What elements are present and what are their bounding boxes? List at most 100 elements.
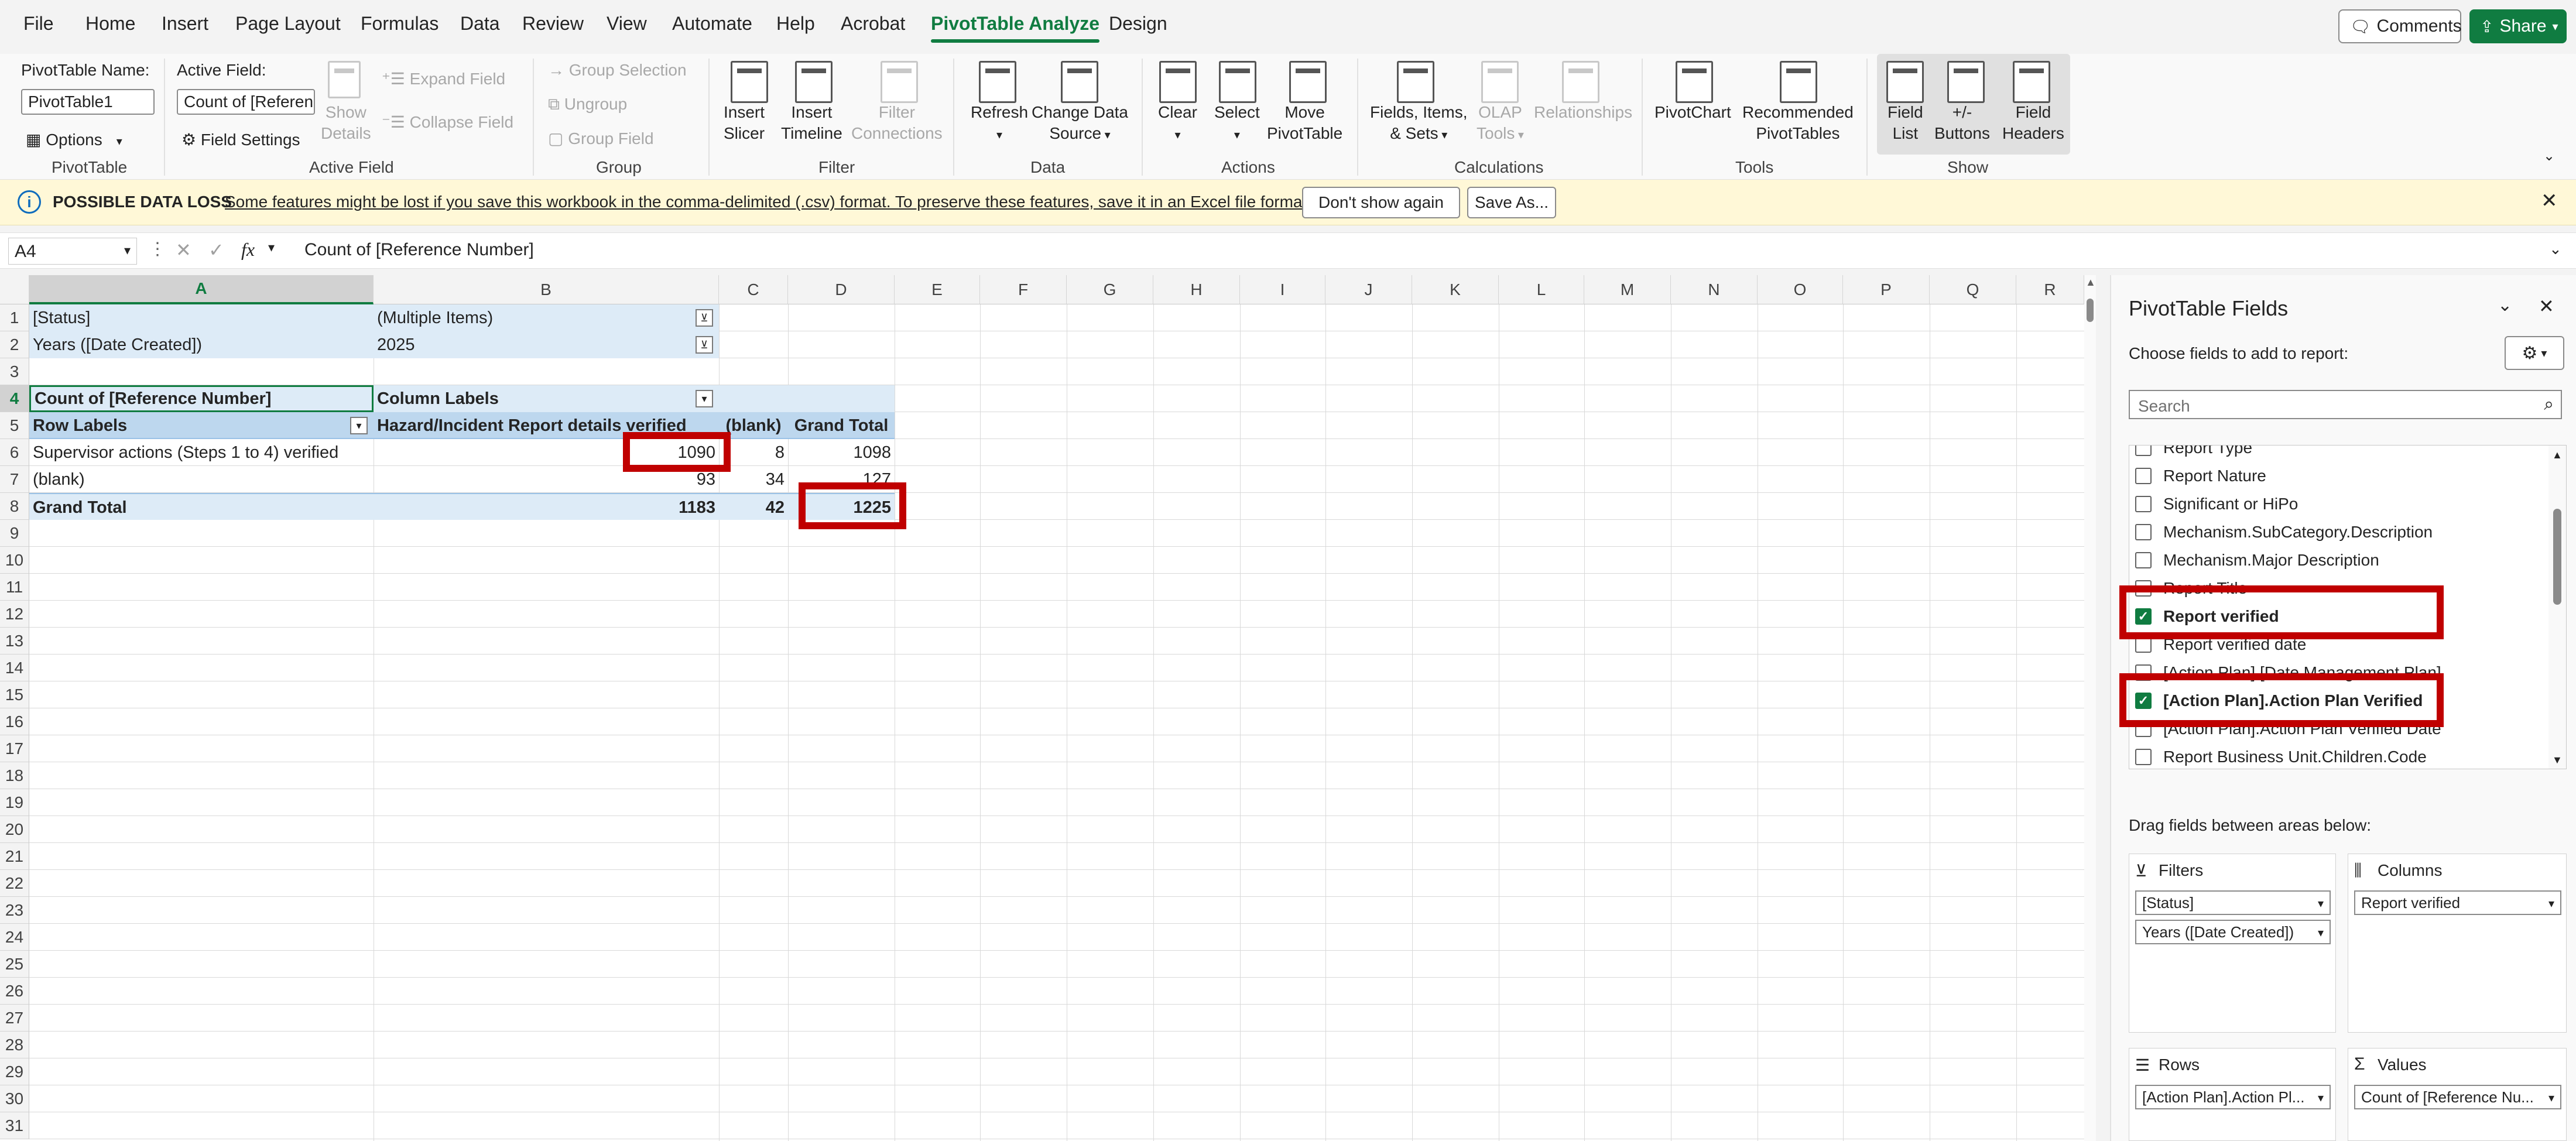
- share-button[interactable]: ⇪ Share ▾: [2469, 9, 2567, 43]
- field-search-input[interactable]: Search ⌕: [2129, 390, 2562, 419]
- row-header[interactable]: 23: [0, 897, 29, 924]
- row-header[interactable]: 9: [0, 520, 29, 547]
- pane-settings-button[interactable]: ⚙ ▾: [2505, 336, 2564, 370]
- cell-b8[interactable]: 1183: [374, 493, 719, 520]
- column-header[interactable]: C: [719, 275, 788, 304]
- expand-formula-bar-icon[interactable]: ⌄: [2549, 240, 2562, 258]
- tab-view[interactable]: View: [607, 13, 647, 35]
- group-selection-button[interactable]: → Group Selection: [548, 61, 687, 80]
- checkbox-icon[interactable]: [2135, 749, 2152, 765]
- tab-data[interactable]: Data: [460, 13, 500, 35]
- cell-a8[interactable]: Grand Total: [29, 493, 374, 520]
- active-field-input[interactable]: Count of [Referenc: [177, 89, 315, 115]
- tab-review[interactable]: Review: [522, 13, 584, 35]
- filter-connections-button[interactable]: Filter Connections: [851, 102, 943, 144]
- row-header[interactable]: 24: [0, 924, 29, 951]
- column-header[interactable]: R: [2016, 275, 2084, 304]
- cell-a7[interactable]: (blank): [29, 466, 374, 493]
- field-settings-button[interactable]: ⚙ Field Settings: [181, 130, 300, 149]
- cell-d4[interactable]: [788, 385, 895, 412]
- tab-page-layout[interactable]: Page Layout: [235, 13, 341, 35]
- checkbox-icon[interactable]: [2135, 524, 2152, 540]
- cell-c8[interactable]: 42: [719, 493, 788, 520]
- cancel-icon[interactable]: ✕: [176, 239, 191, 261]
- column-header[interactable]: M: [1584, 275, 1671, 304]
- column-labels-dropdown-icon[interactable]: ▾: [696, 390, 713, 407]
- show-details-button[interactable]: Show Details: [321, 102, 371, 144]
- cell-b1[interactable]: (Multiple Items): [374, 304, 719, 331]
- save-as-button[interactable]: Save As...: [1467, 187, 1556, 218]
- column-header[interactable]: K: [1412, 275, 1499, 304]
- field-list-item[interactable]: Significant or HiPo: [2135, 490, 2298, 518]
- column-header[interactable]: A: [29, 275, 374, 304]
- values-area[interactable]: Σ Values Count of [Reference Nu... ▾: [2348, 1048, 2567, 1141]
- collapse-ribbon-icon[interactable]: ⌄: [2543, 148, 2555, 165]
- column-header[interactable]: H: [1153, 275, 1240, 304]
- row-header[interactable]: 1: [0, 304, 29, 331]
- pivotchart-button[interactable]: PivotChart: [1654, 102, 1731, 123]
- row-header[interactable]: 10: [0, 547, 29, 574]
- field-headers-button[interactable]: Field Headers: [2002, 102, 2064, 144]
- column-header[interactable]: N: [1671, 275, 1758, 304]
- field-list-item[interactable]: Report Nature: [2135, 462, 2266, 490]
- row-header[interactable]: 3: [0, 358, 29, 385]
- tab-help[interactable]: Help: [776, 13, 815, 35]
- scrollbar-thumb[interactable]: [2553, 509, 2561, 605]
- tab-pivottable-analyze[interactable]: PivotTable Analyze: [931, 13, 1100, 43]
- column-field-pill[interactable]: Report verified ▾: [2354, 890, 2561, 915]
- row-header[interactable]: 13: [0, 628, 29, 655]
- column-header[interactable]: F: [980, 275, 1067, 304]
- row-header[interactable]: 12: [0, 601, 29, 628]
- row-header[interactable]: 29: [0, 1058, 29, 1085]
- row-header[interactable]: 25: [0, 951, 29, 978]
- checkbox-icon[interactable]: [2135, 552, 2152, 568]
- row-header[interactable]: 11: [0, 574, 29, 601]
- cell-a5[interactable]: Row Labels: [29, 412, 374, 439]
- select-button[interactable]: Select ▾: [1214, 102, 1260, 146]
- name-box[interactable]: A4 ▾: [8, 238, 137, 265]
- dont-show-again-button[interactable]: Don't show again: [1302, 187, 1460, 218]
- column-header[interactable]: I: [1240, 275, 1325, 304]
- row-header[interactable]: 22: [0, 870, 29, 897]
- fields-items-sets-button[interactable]: Fields, Items, & Sets ▾: [1370, 102, 1467, 146]
- row-header[interactable]: 31: [0, 1112, 29, 1139]
- row-header[interactable]: 8: [0, 493, 29, 520]
- filters-area[interactable]: ⊻ Filters [Status] ▾ Years ([Date Created…: [2129, 854, 2336, 1033]
- filter-dropdown-icon[interactable]: ⊻: [696, 309, 713, 327]
- rows-area[interactable]: ☰ Rows [Action Plan].Action Pl... ▾: [2129, 1048, 2336, 1141]
- column-header[interactable]: P: [1843, 275, 1930, 304]
- clear-button[interactable]: Clear ▾: [1158, 102, 1197, 146]
- cell-b4[interactable]: Column Labels: [374, 385, 719, 412]
- row-header[interactable]: 26: [0, 978, 29, 1005]
- cell-a6[interactable]: Supervisor actions (Steps 1 to 4) verifi…: [29, 439, 374, 466]
- columns-area[interactable]: ⫼ Columns Report verified ▾: [2348, 854, 2567, 1033]
- options-button[interactable]: ▦ Options ▾: [26, 130, 122, 149]
- sheet-vertical-scrollbar[interactable]: ▲: [2084, 275, 2096, 1141]
- row-header[interactable]: 7: [0, 466, 29, 493]
- close-icon[interactable]: ✕: [2541, 189, 2558, 213]
- insert-timeline-button[interactable]: Insert Timeline: [781, 102, 842, 144]
- cell-a4-selected[interactable]: Count of [Reference Number]: [29, 385, 374, 412]
- formula-input[interactable]: Count of [Reference Number]: [304, 240, 534, 260]
- row-header[interactable]: 15: [0, 681, 29, 708]
- relationships-button[interactable]: Relationships: [1534, 102, 1632, 123]
- checkbox-icon[interactable]: [2135, 496, 2152, 512]
- worksheet-grid[interactable]: A B C D E F G H I J K L M N O P Q R 1234…: [0, 275, 2096, 1141]
- refresh-button[interactable]: Refresh ▾: [971, 102, 1028, 146]
- close-icon[interactable]: ✕: [2539, 295, 2554, 317]
- change-data-source-button[interactable]: Change Data Source ▾: [1032, 102, 1128, 146]
- row-header[interactable]: 18: [0, 762, 29, 789]
- row-header[interactable]: 19: [0, 789, 29, 816]
- column-header[interactable]: Q: [1930, 275, 2016, 304]
- row-header[interactable]: 2: [0, 331, 29, 358]
- recommended-pivottables-button[interactable]: Recommended PivotTables: [1742, 102, 1854, 144]
- ungroup-button[interactable]: ⧉ Ungroup: [548, 95, 627, 114]
- expand-field-button[interactable]: ⁺☰ Expand Field: [382, 69, 505, 88]
- comments-button[interactable]: 🗨 Comments: [2338, 9, 2462, 43]
- column-header[interactable]: B: [374, 275, 719, 304]
- tab-home[interactable]: Home: [85, 13, 135, 35]
- column-header[interactable]: D: [788, 275, 895, 304]
- field-list-scrollbar[interactable]: ▲ ▼: [2548, 446, 2566, 769]
- scroll-up-icon[interactable]: ▲: [2085, 276, 2096, 289]
- row-header[interactable]: 5: [0, 412, 29, 439]
